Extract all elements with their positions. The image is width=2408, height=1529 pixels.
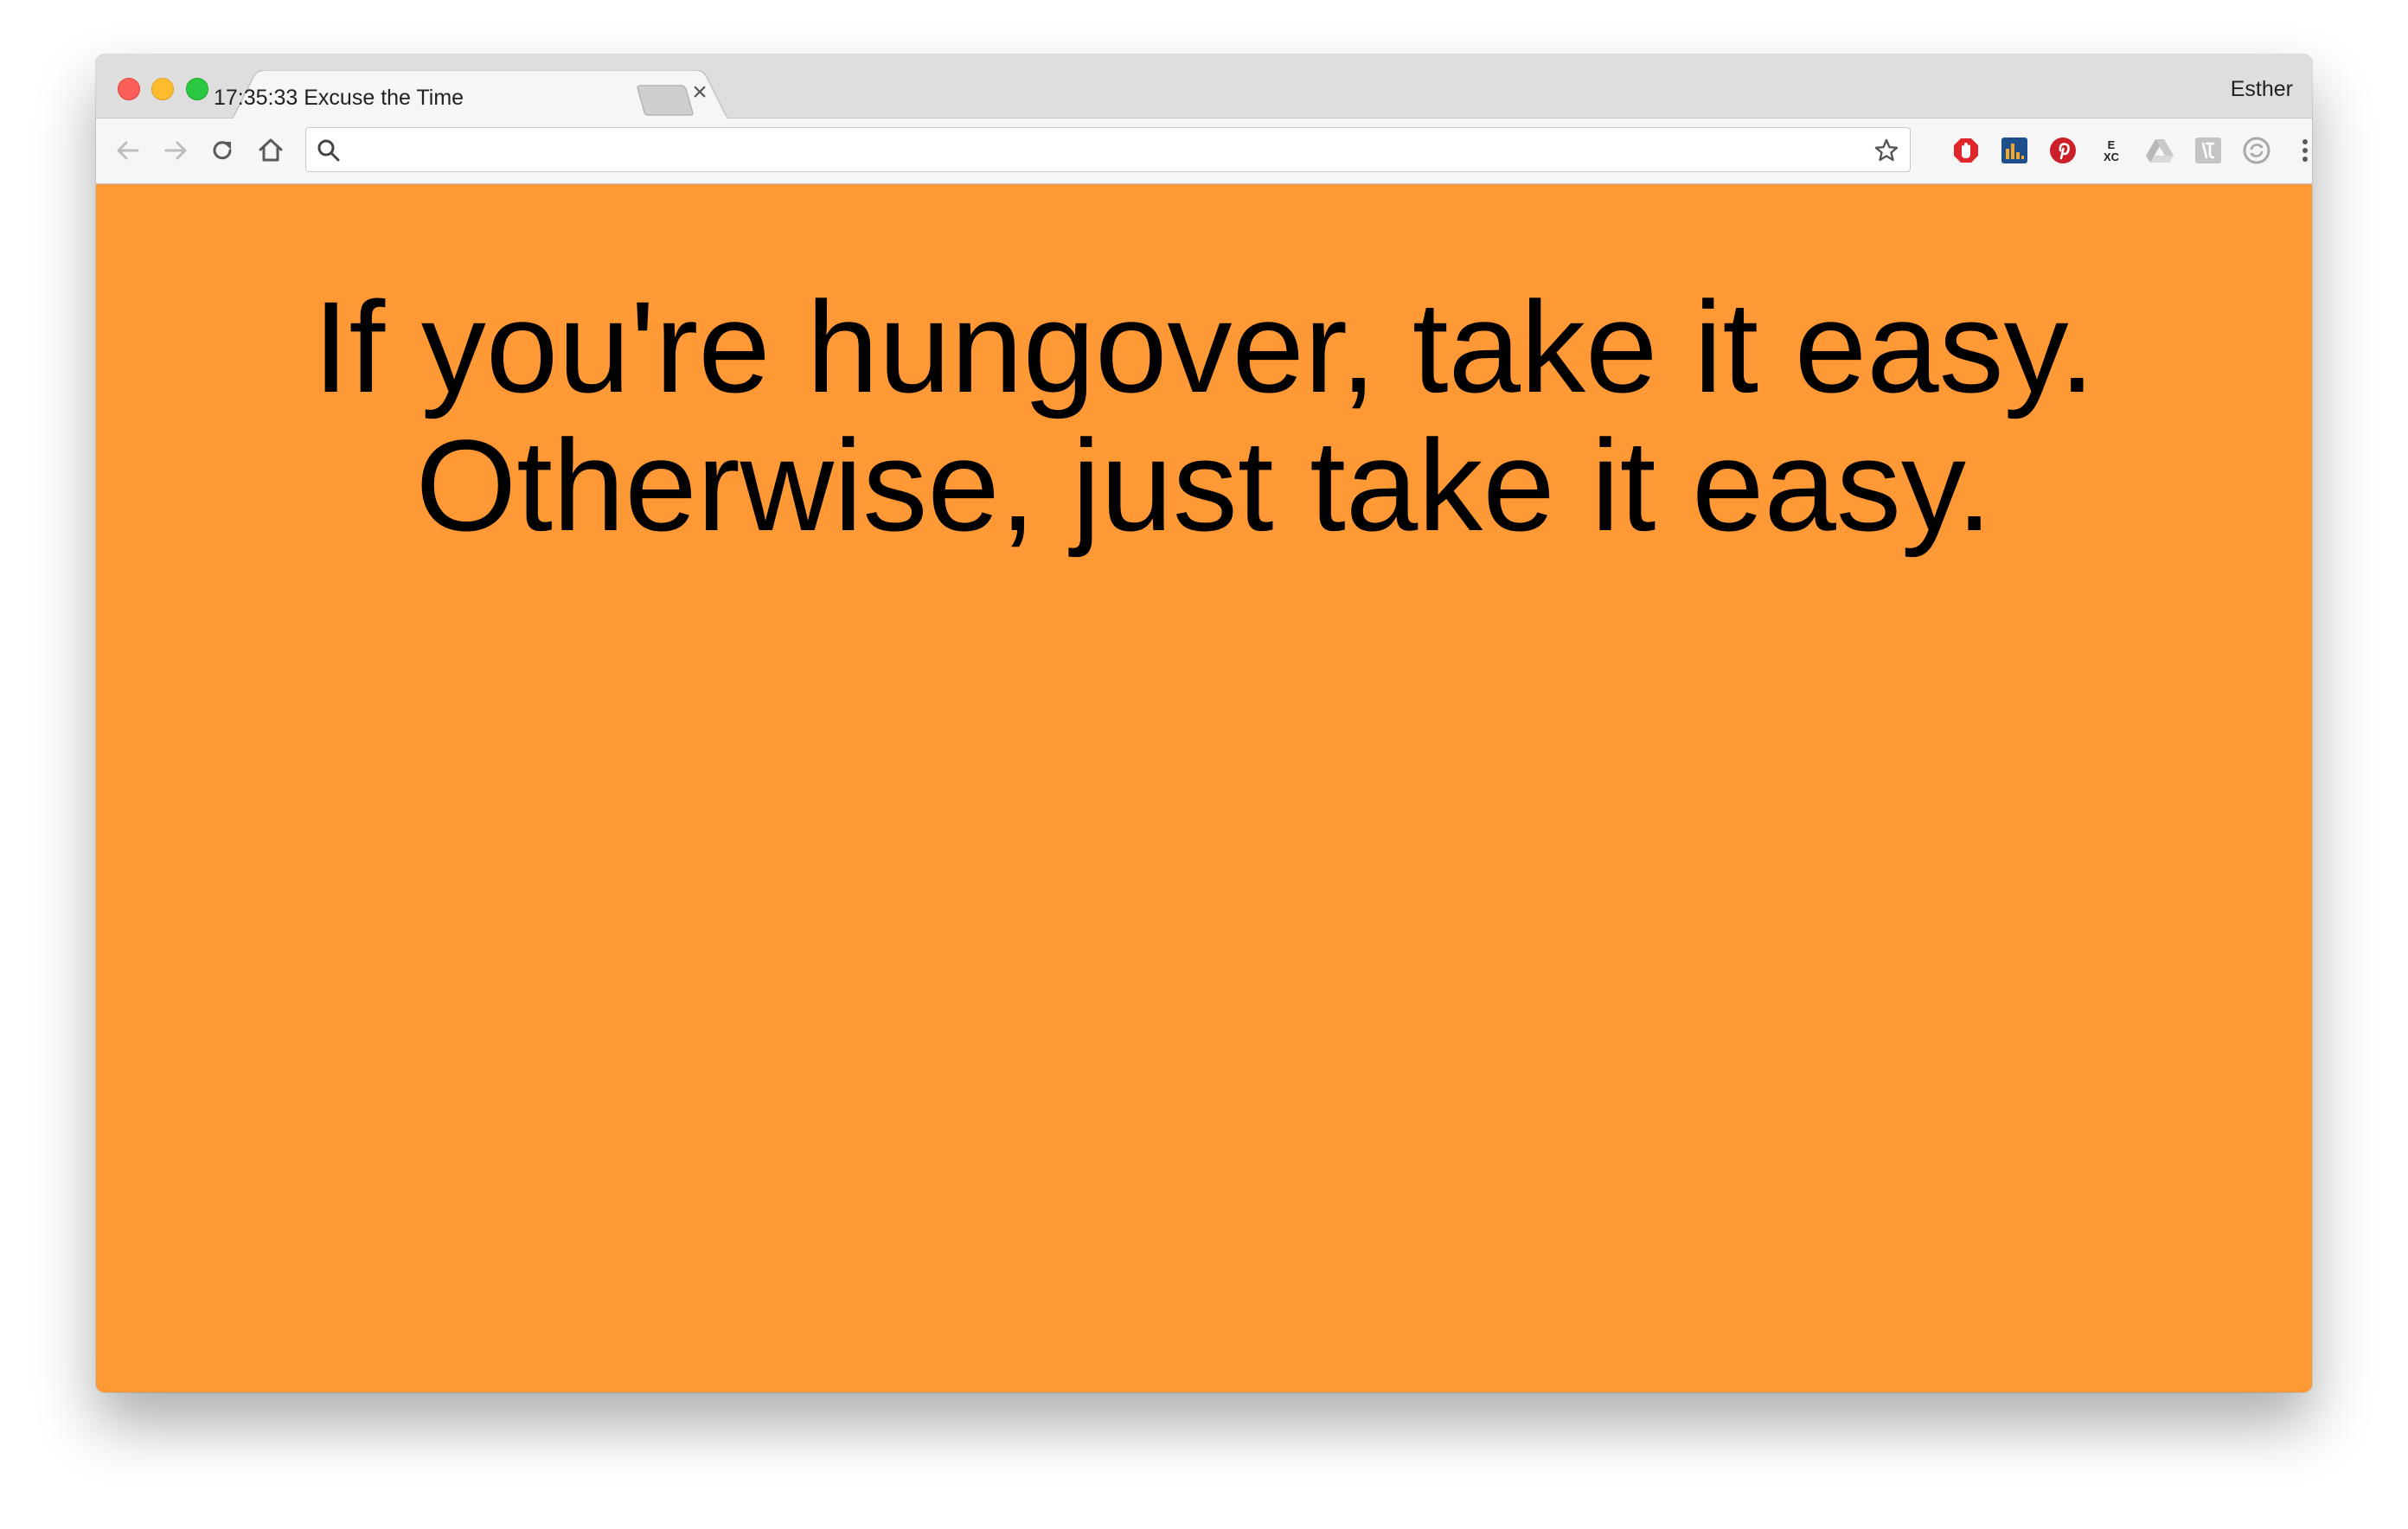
kanji-icon [2195,138,2221,163]
kanji-extension[interactable] [2193,135,2224,166]
pinterest-extension[interactable] [2047,135,2078,166]
exc-icon-label-bottom: XC [2104,150,2120,163]
menu-button[interactable] [2290,135,2312,166]
new-tab-button[interactable] [632,84,696,117]
address-input[interactable] [351,135,1860,166]
address-bar[interactable] [305,127,1911,172]
home-icon [259,138,283,162]
exc-extension[interactable]: E XC [2096,135,2127,166]
analytics-extension[interactable] [1999,135,2030,166]
page-content: If you're hungover, take it easy. Otherw… [96,184,2312,1392]
profile-name[interactable]: Esther [2231,77,2293,102]
adblock-extension[interactable] [1950,135,1982,166]
back-arrow-icon [117,141,139,160]
window-maximize-button[interactable] [186,78,208,100]
kebab-menu-icon [2302,139,2308,162]
tab-title: 17:35:33 Excuse the Time [214,86,464,110]
home-button[interactable] [255,135,286,166]
quote-line-2: Otherwise, just take it easy. [415,413,1993,558]
search-icon [317,139,340,162]
google-drive-icon [2146,139,2174,163]
window-close-button[interactable] [118,78,140,100]
browser-window: 17:35:33 Excuse the Time × Esther E XC I… [96,54,2312,1392]
sync-extension[interactable] [2241,135,2272,166]
forward-arrow-icon [164,141,187,160]
google-drive-extension[interactable] [2144,135,2175,166]
back-button[interactable] [112,135,144,166]
toolbar: E XC [96,118,2312,184]
window-minimize-button[interactable] [151,78,174,100]
reload-button[interactable] [207,135,238,166]
quote-line-1: If you're hungover, take it easy. [312,274,2096,419]
forward-button[interactable] [160,135,191,166]
analytics-icon [2001,138,2027,163]
exc-icon-label-top: E [2108,138,2116,151]
sync-icon [2243,137,2270,164]
bookmark-star-icon[interactable] [1873,138,1899,163]
pinterest-icon [2050,138,2076,163]
quote-text: If you're hungover, take it easy. Otherw… [96,278,2312,554]
tab-strip: 17:35:33 Excuse the Time × Esther [96,54,2312,118]
exc-icon: E XC [2104,138,2120,163]
reload-icon [213,141,232,160]
adblock-icon [1954,138,1978,163]
